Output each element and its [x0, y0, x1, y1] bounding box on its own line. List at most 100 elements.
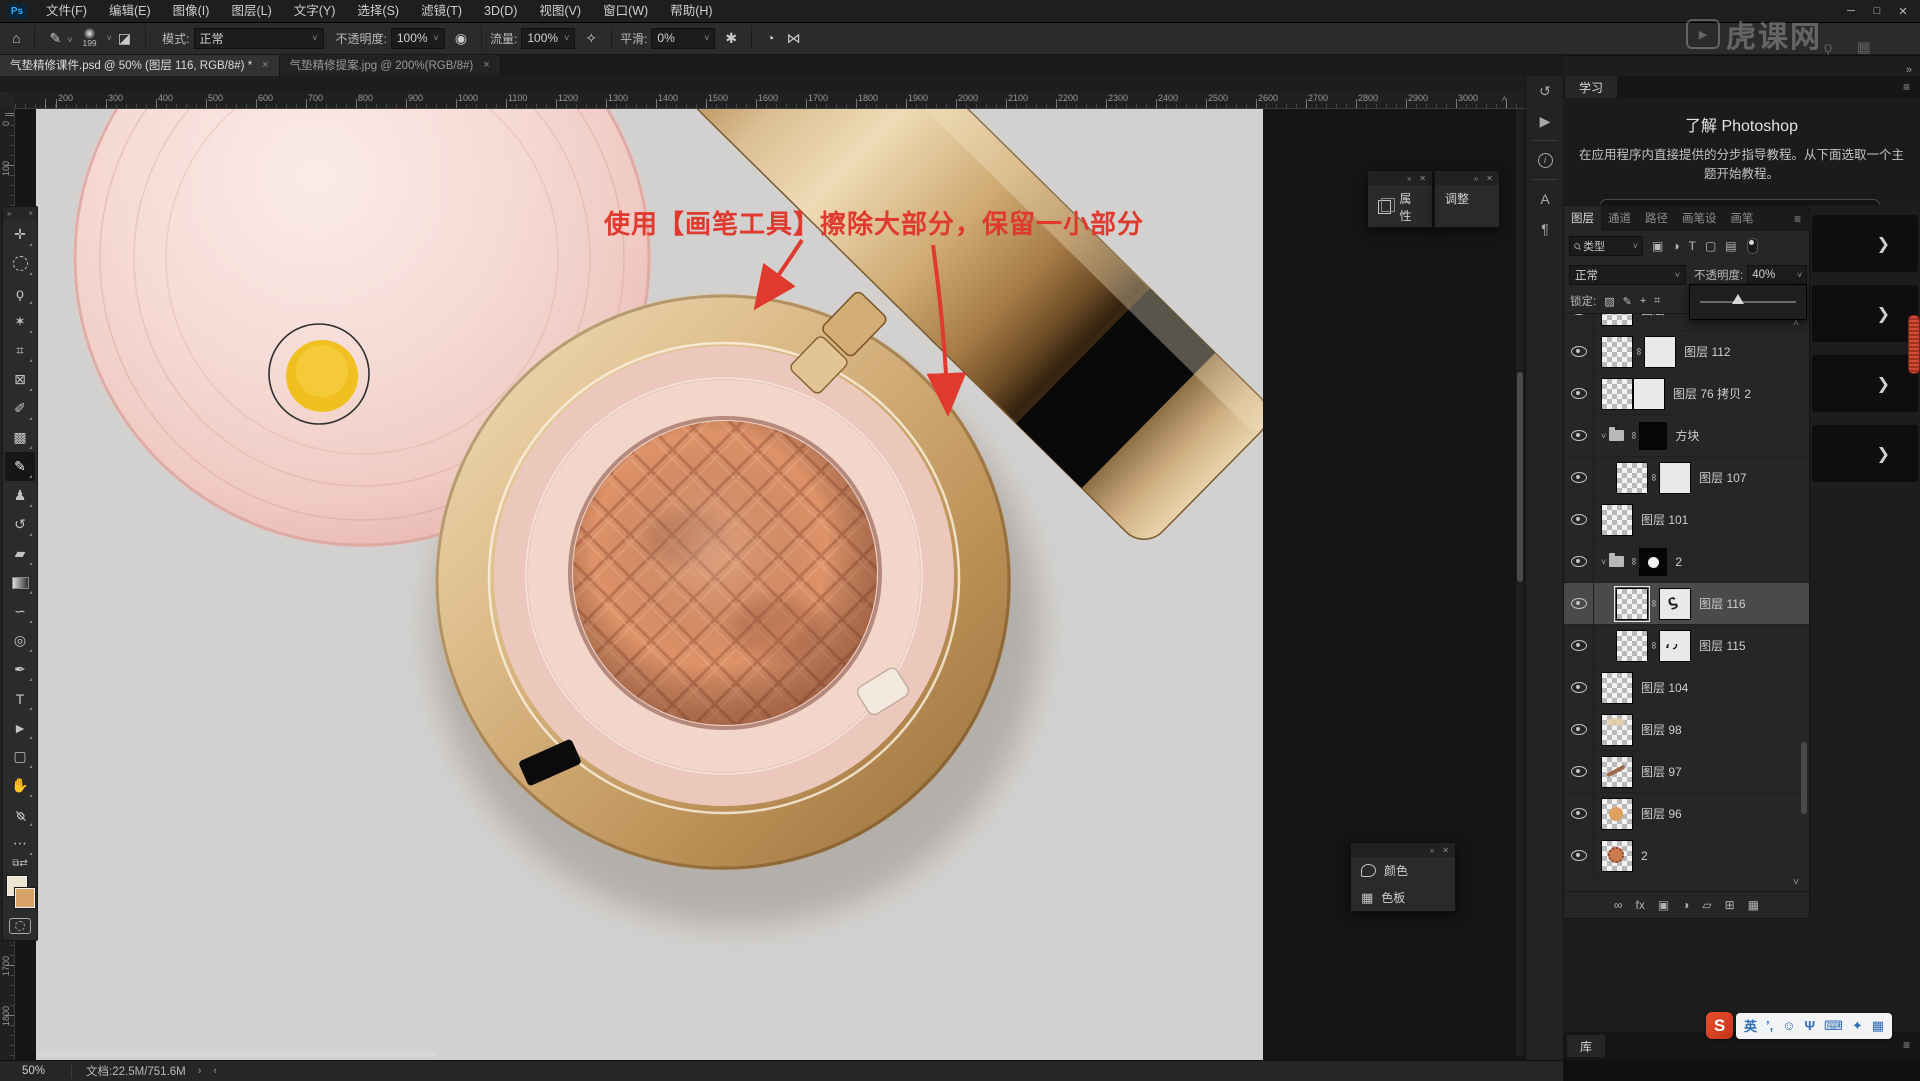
- layer-visibility-toggle[interactable]: [1564, 499, 1594, 540]
- layers-panel-tab-画笔[interactable]: 画笔: [1724, 206, 1761, 231]
- menu-item-视图(V)[interactable]: 视图(V): [528, 0, 592, 22]
- blend-mode-select[interactable]: 正常 ˅: [193, 27, 324, 49]
- healing-brush-tool[interactable]: ▩: [5, 423, 35, 452]
- layer-visibility-toggle[interactable]: [1564, 415, 1594, 456]
- swatches-panel-stub[interactable]: ▦ 色板: [1351, 884, 1455, 911]
- smoothing-select[interactable]: 0% ˅: [651, 27, 716, 49]
- layer-mask-thumbnail[interactable]: [1644, 335, 1677, 368]
- symmetry-butterfly-icon[interactable]: ⋈: [781, 30, 807, 47]
- new-layer-icon[interactable]: ⊞: [1725, 898, 1735, 912]
- collapsed-panel-stub-0[interactable]: ❯: [1812, 215, 1918, 272]
- sogou-logo[interactable]: S: [1706, 1012, 1733, 1039]
- filter-kind-icon-2[interactable]: T: [1689, 239, 1696, 253]
- layer-row[interactable]: 2: [1564, 835, 1809, 877]
- close-icon[interactable]: ✕: [1442, 846, 1449, 855]
- layer-visibility-toggle[interactable]: [1564, 314, 1594, 330]
- dock-scroll-indicator[interactable]: [1908, 315, 1920, 374]
- layer-visibility-toggle[interactable]: [1564, 835, 1594, 876]
- layer-thumbnail[interactable]: [1601, 839, 1633, 872]
- link-layers-icon[interactable]: ∞: [1614, 898, 1623, 912]
- layer-visibility-toggle[interactable]: [1564, 373, 1594, 414]
- character-panel-icon[interactable]: A: [1526, 184, 1564, 214]
- adjustments-panel-stub[interactable]: » ✕ 调整: [1434, 170, 1500, 228]
- filter-kind-icon-4[interactable]: ▤: [1725, 239, 1736, 253]
- more-tools[interactable]: ⋯: [5, 829, 35, 858]
- layer-mask-thumbnail[interactable]: [1639, 421, 1668, 450]
- canvas-horizontal-scrollbar[interactable]: [37, 1051, 437, 1057]
- layer-row[interactable]: ˅ ∞ 2: [1564, 541, 1809, 583]
- layer-thumbnail[interactable]: [1601, 503, 1633, 536]
- layer-row[interactable]: ∞ 图层 112: [1564, 331, 1809, 373]
- lock-icon-3[interactable]: ⌗: [1654, 295, 1660, 308]
- layers-panel-tab-路径[interactable]: 路径: [1638, 206, 1675, 231]
- scrollbar-thumb[interactable]: [1517, 372, 1523, 582]
- expand-icon[interactable]: »: [1407, 174, 1411, 183]
- marquee-tool[interactable]: [5, 249, 35, 278]
- filter-kind-icon-1[interactable]: ◑: [1672, 239, 1679, 253]
- layer-mask-thumbnail[interactable]: [1633, 377, 1665, 410]
- opacity-slider-track[interactable]: [1700, 301, 1796, 303]
- layer-thumbnail[interactable]: [1614, 585, 1650, 622]
- sogou-voice[interactable]: Ψ: [1805, 1018, 1816, 1033]
- lasso-tool[interactable]: ϙ: [5, 278, 35, 307]
- swap-colors-icon[interactable]: ⧉⇄: [12, 858, 28, 874]
- layer-visibility-toggle[interactable]: [1564, 331, 1594, 372]
- lock-icon-2[interactable]: +: [1640, 295, 1646, 308]
- lock-icon-1[interactable]: ✎: [1623, 295, 1632, 308]
- collapsed-panel-stub-1[interactable]: ❯: [1812, 285, 1918, 342]
- quick-mask-icon[interactable]: [9, 918, 31, 934]
- document-canvas[interactable]: 使用【画笔工具】擦除大部分，保留一小部分: [36, 108, 1263, 1060]
- close-icon[interactable]: ×: [28, 209, 33, 218]
- link-mask-icon[interactable]: ∞: [1648, 474, 1659, 481]
- layer-visibility-toggle[interactable]: [1564, 793, 1594, 834]
- color-panel-stub[interactable]: 颜色: [1351, 857, 1455, 884]
- airbrush-icon[interactable]: ✧: [579, 30, 603, 47]
- menu-item-帮助(H)[interactable]: 帮助(H): [659, 0, 723, 22]
- layer-visibility-toggle[interactable]: [1564, 751, 1594, 792]
- hand-tool[interactable]: ✋: [5, 771, 35, 800]
- zoom-tool[interactable]: ϕ: [5, 800, 35, 829]
- layer-filter-type-select[interactable]: ϙ 类型 ˅: [1569, 236, 1643, 256]
- layer-thumbnail[interactable]: [1601, 314, 1633, 326]
- panel-menu-icon[interactable]: ≡: [1794, 212, 1801, 226]
- collapsed-panel-stub-2[interactable]: ❯: [1812, 355, 1918, 412]
- canvas-pasteboard[interactable]: 使用【画笔工具】擦除大部分，保留一小部分: [14, 108, 1525, 1060]
- layer-visibility-toggle[interactable]: [1564, 457, 1594, 498]
- ruler-origin-corner[interactable]: [0, 92, 15, 109]
- eyedropper-tool[interactable]: ✐: [5, 394, 35, 423]
- layer-thumbnail[interactable]: [1601, 713, 1633, 746]
- crop-tool[interactable]: ⌗: [5, 336, 35, 365]
- menu-item-窗口(W)[interactable]: 窗口(W): [592, 0, 659, 22]
- opacity-slider-thumb[interactable]: [1732, 294, 1744, 304]
- history-brush-tool[interactable]: ↺: [5, 510, 35, 539]
- panel-menu-icon[interactable]: ≡: [1903, 80, 1910, 94]
- layer-row[interactable]: 图层 97: [1564, 751, 1809, 793]
- dodge-tool[interactable]: ◎: [5, 626, 35, 655]
- sogou-emoji[interactable]: ☺: [1782, 1018, 1795, 1033]
- layer-row[interactable]: ∞ 图层 116: [1564, 583, 1809, 625]
- move-tool[interactable]: ✛: [5, 220, 35, 249]
- layer-opacity-select[interactable]: 40% ˅: [1747, 265, 1808, 285]
- layer-row[interactable]: 图层 101: [1564, 499, 1809, 541]
- sogou-punctuation[interactable]: ’,: [1766, 1018, 1773, 1033]
- horizontal-ruler[interactable]: ˄ 200 300 400 500 600 700 800 900 1000 1100 1200 13…: [14, 92, 1525, 109]
- layer-visibility-toggle[interactable]: [1564, 667, 1594, 708]
- tab-libraries[interactable]: 库: [1567, 1035, 1606, 1057]
- smoothing-options-gear-icon[interactable]: ✱: [719, 30, 743, 47]
- close-icon[interactable]: ✕: [1486, 174, 1493, 183]
- layer-row[interactable]: ∞ 图层 115: [1564, 625, 1809, 667]
- opacity-slider-popup[interactable]: [1689, 284, 1807, 320]
- minimize-button[interactable]: ─: [1838, 0, 1864, 22]
- sogou-keyboard[interactable]: ⌨: [1824, 1018, 1843, 1034]
- layer-mask-thumbnail[interactable]: [1639, 547, 1668, 576]
- menu-item-3D(D)[interactable]: 3D(D): [473, 0, 528, 22]
- magic-wand-tool[interactable]: ✶: [5, 307, 35, 336]
- brush-preset-picker[interactable]: 199: [82, 28, 97, 48]
- new-group-icon[interactable]: ▱: [1702, 898, 1711, 912]
- brush-tool[interactable]: ✎: [5, 452, 35, 481]
- group-caret-icon[interactable]: ˅: [1601, 431, 1606, 441]
- delete-layer-icon[interactable]: ▦: [1748, 898, 1759, 912]
- adjustment-layer-icon[interactable]: ◑: [1682, 898, 1689, 912]
- close-tab-icon[interactable]: ×: [483, 59, 489, 71]
- paragraph-panel-icon[interactable]: ¶: [1526, 214, 1564, 244]
